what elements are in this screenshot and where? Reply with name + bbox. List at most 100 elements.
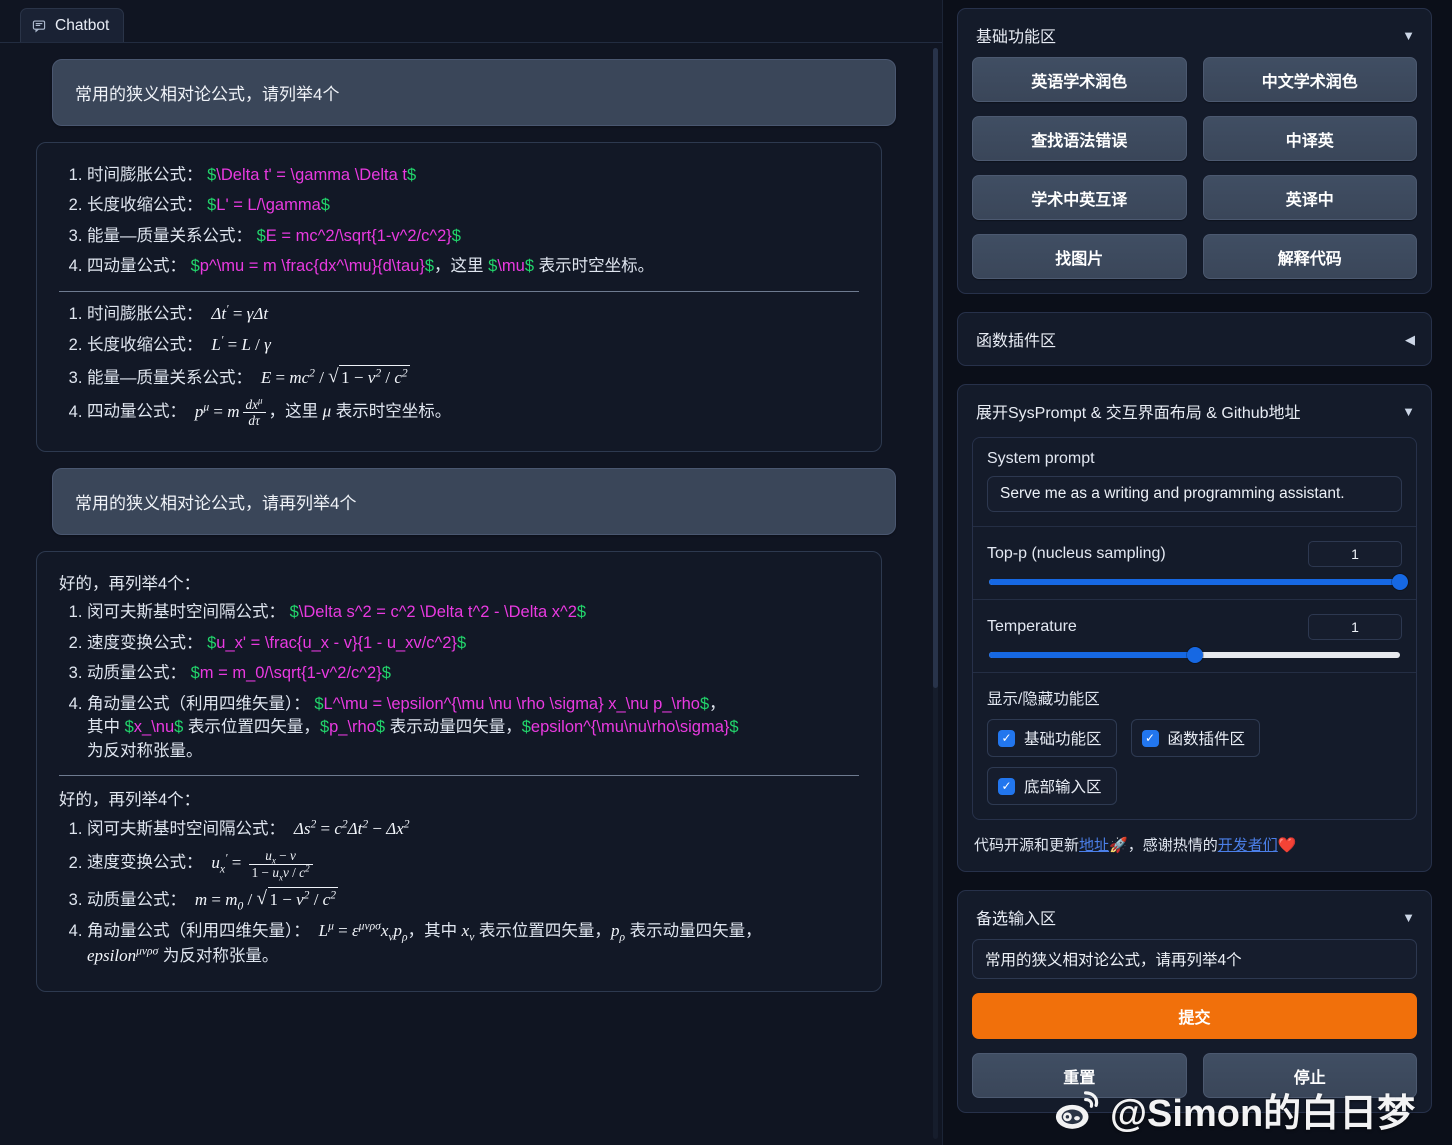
panel-basic-header[interactable]: 基础功能区 ▼ — [972, 21, 1417, 57]
panel-alt-input-title: 备选输入区 — [976, 911, 1057, 928]
list-item: 角动量公式（利用四维矢量）： $L^\mu = \epsilon^{\mu \n… — [87, 693, 859, 763]
button-zh-polish[interactable]: 中文学术润色 — [1202, 57, 1417, 102]
temperature-row: Temperature 1 — [987, 614, 1402, 640]
list-item: 时间膨胀公式： Δt′ = γΔt — [87, 302, 859, 326]
chevron-down-icon[interactable]: ▼ — [1402, 29, 1415, 42]
bot-message-bubble: 好的，再列举4个： 闵可夫斯基时空间隔公式： $\Delta s^2 = c^2… — [36, 551, 882, 993]
checkbox-label: 基础功能区 — [1024, 731, 1102, 748]
divider — [973, 672, 1416, 673]
divider — [973, 599, 1416, 600]
button-find-grammar-errors[interactable]: 查找语法错误 — [972, 116, 1187, 161]
item-label: 时间膨胀公式： — [87, 166, 203, 184]
toggle-section-title: 显示/隐藏功能区 — [987, 691, 1100, 708]
item-label: 能量—质量关系公式： — [87, 226, 252, 245]
list-item: 闵可夫斯基时空间隔公式： Δs2 = c2Δt2 − Δx2 — [87, 817, 859, 841]
button-find-image[interactable]: 找图片 — [972, 234, 1187, 279]
basic-button-grid: 英语学术润色 中文学术润色 查找语法错误 中译英 学术中英互译 英译中 找图片 … — [972, 57, 1417, 279]
list-item: 能量—质量关系公式： $E = mc^2/\sqrt{1-v^2/c^2}$ — [87, 225, 859, 248]
system-prompt-label: System prompt — [987, 450, 1095, 467]
repo-link[interactable]: 地址 — [1079, 837, 1109, 854]
panel-basic-functions: 基础功能区 ▼ 英语学术润色 中文学术润色 查找语法错误 中译英 学术中英互译 … — [957, 8, 1432, 294]
chat-scrollbar-thumb[interactable] — [933, 48, 938, 688]
panel-sysprompt-header[interactable]: 展开SysPrompt & 交互界面布局 & Github地址 ▼ — [972, 397, 1417, 433]
sysprompt-inner: System prompt Serve me as a writing and … — [972, 437, 1417, 820]
panel-plugins: 函数插件区 ◀ — [957, 312, 1432, 366]
checkbox-bottom-input-area[interactable]: ✓ 底部输入区 — [987, 767, 1117, 805]
button-en-to-zh[interactable]: 英译中 — [1202, 175, 1417, 220]
user-message-bubble: 常用的狭义相对论公式，请再列举4个 — [52, 468, 896, 536]
developers-link[interactable]: 开发者们 — [1218, 837, 1278, 854]
message-row-bot: 好的，再列举4个： 闵可夫斯基时空间隔公式： $\Delta s^2 = c^2… — [22, 551, 912, 993]
section-divider — [59, 290, 859, 292]
panel-sysprompt-title: 展开SysPrompt & 交互界面布局 & Github地址 — [976, 405, 1301, 422]
temperature-slider-fill — [989, 652, 1195, 658]
list-item: 速度变换公式： $u_x' = \frac{u_x - v}{1 - u_xv/… — [87, 632, 859, 655]
panel-sysprompt: 展开SysPrompt & 交互界面布局 & Github地址 ▼ System… — [957, 384, 1432, 872]
submit-button[interactable]: 提交 — [972, 993, 1417, 1039]
rendered-math-list: 闵可夫斯基时空间隔公式： Δs2 = c2Δt2 − Δx2 速度变换公式： u… — [87, 817, 859, 968]
check-icon: ✓ — [998, 777, 1015, 795]
temperature-slider-knob[interactable] — [1186, 647, 1203, 663]
check-icon: ✓ — [998, 729, 1015, 747]
rendered-math-list: 时间膨胀公式： Δt′ = γΔt 长度收缩公式： L′ = L / γ 能量—… — [87, 302, 859, 429]
alt-input-field[interactable]: 常用的狭义相对论公式，请再列举4个 — [972, 939, 1417, 979]
checkbox-label: 底部输入区 — [1024, 779, 1102, 796]
chat-column: Chatbot 常用的狭义相对论公式，请列举4个 时间膨胀公式： $\Delta… — [0, 0, 943, 1145]
top-p-slider-knob[interactable] — [1392, 574, 1408, 590]
message-row-user: 常用的狭义相对论公式，请列举4个 — [22, 59, 912, 126]
toggle-checkbox-group: ✓ 基础功能区 ✓ 函数插件区 ✓ 底部输入区 — [987, 719, 1402, 805]
chevron-left-icon[interactable]: ◀ — [1405, 333, 1415, 346]
latex-source-list: 闵可夫斯基时空间隔公式： $\Delta s^2 = c^2 \Delta t^… — [87, 601, 859, 763]
temperature-label: Temperature — [987, 618, 1077, 635]
list-item: 动质量公式： m = m0 / 1 − v2 / c2 — [87, 885, 859, 912]
stop-button[interactable]: 停止 — [1202, 1053, 1417, 1098]
checkbox-plugin-area[interactable]: ✓ 函数插件区 — [1130, 719, 1261, 757]
user-message-bubble: 常用的狭义相对论公式，请列举4个 — [52, 59, 896, 126]
temperature-value[interactable]: 1 — [1308, 614, 1402, 640]
list-item: 四动量公式： pμ = mdxμdτ，这里 μ 表示时空坐标。 — [87, 396, 859, 429]
bot-intro-line-rendered: 好的，再列举4个： — [59, 790, 201, 809]
list-item: 动质量公式： $m = m_0/\sqrt{1-v^2/c^2}$ — [87, 662, 859, 685]
check-icon: ✓ — [1141, 729, 1159, 747]
list-item: 速度变换公式： ux′ = ux − v1 − uxv / c2 — [87, 848, 859, 882]
footer-pre-text: 代码开源和更新 — [974, 837, 1080, 854]
tab-label: Chatbot — [55, 16, 110, 34]
item-label: 长度收缩公式： — [87, 196, 203, 215]
panel-basic-title: 基础功能区 — [976, 29, 1057, 46]
latex-source-list: 时间膨胀公式： $\Delta t' = \gamma \Delta t$ 长度… — [87, 164, 859, 279]
chevron-down-icon[interactable]: ▼ — [1402, 911, 1415, 924]
reset-button[interactable]: 重置 — [972, 1053, 1187, 1098]
list-item: 闵可夫斯基时空间隔公式： $\Delta s^2 = c^2 \Delta t^… — [87, 601, 859, 624]
list-item: 四动量公式： $p^\mu = m \frac{dx^\mu}{d\tau}$，… — [87, 255, 859, 278]
tab-bar: Chatbot — [0, 0, 942, 43]
list-item: 长度收缩公式： $L' = L/\gamma$ — [87, 194, 859, 217]
rocket-icon: 🚀 — [1109, 837, 1128, 854]
heart-icon: ❤️ — [1277, 837, 1297, 854]
message-row-bot: 时间膨胀公式： $\Delta t' = \gamma \Delta t$ 长度… — [22, 142, 912, 453]
temperature-slider[interactable] — [989, 647, 1400, 663]
panel-alt-input-header[interactable]: 备选输入区 ▼ — [972, 903, 1417, 939]
footer-credits: 代码开源和更新地址🚀，感谢热情的开发者们❤️ — [972, 820, 1417, 857]
top-p-value[interactable]: 1 — [1308, 541, 1402, 567]
button-explain-code[interactable]: 解释代码 — [1202, 234, 1417, 279]
checkbox-label: 函数插件区 — [1167, 731, 1246, 748]
panel-plugins-title: 函数插件区 — [976, 333, 1057, 350]
system-prompt-input[interactable]: Serve me as a writing and programming as… — [987, 476, 1402, 512]
top-p-label: Top-p (nucleus sampling) — [987, 545, 1166, 562]
message-row-user: 常用的狭义相对论公式，请再列举4个 — [22, 468, 912, 536]
divider — [973, 526, 1416, 527]
chat-scrollbar[interactable] — [933, 48, 938, 1139]
top-p-slider[interactable] — [989, 574, 1408, 590]
chat-scroll-area[interactable]: 常用的狭义相对论公式，请列举4个 时间膨胀公式： $\Delta t' = \g… — [0, 43, 942, 1145]
panel-alt-input: 备选输入区 ▼ 常用的狭义相对论公式，请再列举4个 提交 重置 停止 — [957, 890, 1432, 1113]
tab-chatbot[interactable]: Chatbot — [20, 8, 125, 42]
sidebar: 基础功能区 ▼ 英语学术润色 中文学术润色 查找语法错误 中译英 学术中英互译 … — [943, 0, 1452, 1145]
checkbox-basic-area[interactable]: ✓ 基础功能区 — [987, 719, 1117, 757]
chevron-down-icon[interactable]: ▼ — [1402, 405, 1415, 418]
button-zh-to-en[interactable]: 中译英 — [1202, 116, 1417, 161]
button-academic-zh-en[interactable]: 学术中英互译 — [972, 175, 1187, 220]
panel-plugins-header[interactable]: 函数插件区 ◀ — [972, 325, 1417, 353]
top-p-row: Top-p (nucleus sampling) 1 — [987, 541, 1402, 567]
button-en-polish[interactable]: 英语学术润色 — [972, 57, 1187, 102]
top-p-slider-fill — [989, 579, 1400, 585]
